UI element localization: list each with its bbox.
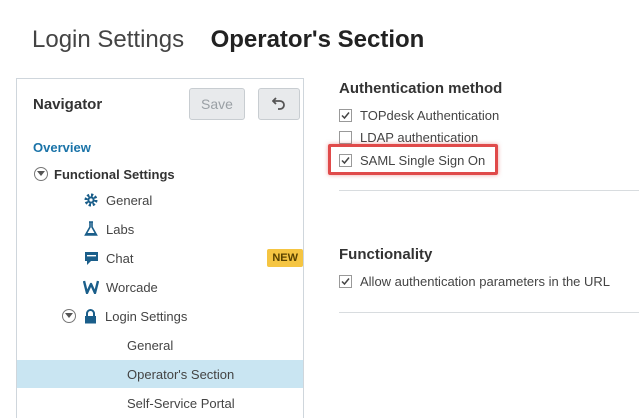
nav-item-worcade[interactable]: Worcade — [17, 273, 303, 301]
navigator-title: Navigator — [33, 96, 103, 113]
nav-subitem-label: Operator's Section — [127, 366, 235, 382]
nav-item-login-settings[interactable]: Login Settings — [17, 302, 303, 330]
nav-item-general[interactable]: General — [17, 186, 303, 214]
gear-icon — [83, 192, 99, 208]
nav-subitem-operators-section[interactable]: Operator's Section — [17, 360, 303, 388]
nav-functional-settings-label: Functional Settings — [54, 166, 175, 182]
nav-overview-label: Overview — [33, 139, 91, 155]
nav-item-labs[interactable]: Labs — [17, 215, 303, 243]
worcade-icon — [83, 279, 99, 295]
navigator-panel: Navigator Save Overview Functional Setti… — [16, 78, 304, 418]
breadcrumb-login-settings[interactable]: Login Settings — [32, 26, 184, 53]
new-badge: NEW — [267, 249, 303, 267]
nav-item-label: Login Settings — [105, 308, 188, 324]
checkbox[interactable] — [339, 130, 352, 144]
undo-button[interactable] — [258, 88, 300, 120]
divider — [339, 190, 639, 191]
nav-functional-settings[interactable]: Functional Settings — [17, 160, 303, 188]
flask-icon — [83, 221, 99, 237]
lock-icon — [82, 308, 98, 324]
checkbox-label: TOPdesk Authentication — [360, 107, 500, 123]
nav-item-label: Worcade — [106, 279, 158, 295]
functionality-option-url-params[interactable]: Allow authentication parameters in the U… — [339, 272, 610, 290]
checkbox[interactable] — [339, 108, 352, 122]
auth-option-topdesk[interactable]: TOPdesk Authentication — [339, 106, 499, 124]
page-header: Login Settings Operator's Section — [32, 26, 424, 56]
navigator-header: Navigator Save — [17, 79, 303, 129]
checkbox-label: LDAP authentication — [360, 129, 479, 145]
checkbox-label: Allow authentication parameters in the U… — [360, 273, 611, 289]
divider — [339, 312, 639, 313]
auth-method-title: Authentication method — [339, 80, 503, 97]
nav-overview[interactable]: Overview — [17, 133, 303, 161]
undo-icon — [271, 96, 286, 113]
nav-item-label: Chat — [106, 250, 134, 266]
functionality-title: Functionality — [339, 246, 433, 263]
collapse-toggle-icon[interactable] — [62, 309, 76, 323]
nav-subitem-label: Self-Service Portal — [127, 395, 235, 411]
collapse-toggle-icon[interactable] — [34, 167, 48, 181]
nav-item-label: General — [106, 192, 153, 208]
highlight-box — [328, 144, 498, 175]
nav-item-chat[interactable]: Chat NEW — [17, 244, 303, 272]
page-title: Operator's Section — [210, 26, 425, 53]
nav-subitem-general[interactable]: General — [17, 331, 303, 359]
nav-item-label: Labs — [106, 221, 135, 237]
chat-icon — [83, 250, 99, 266]
nav-subitem-self-service-portal[interactable]: Self-Service Portal — [17, 389, 303, 417]
nav-subitem-label: General — [127, 337, 174, 353]
save-button[interactable]: Save — [189, 88, 245, 120]
checkbox[interactable] — [339, 274, 352, 288]
